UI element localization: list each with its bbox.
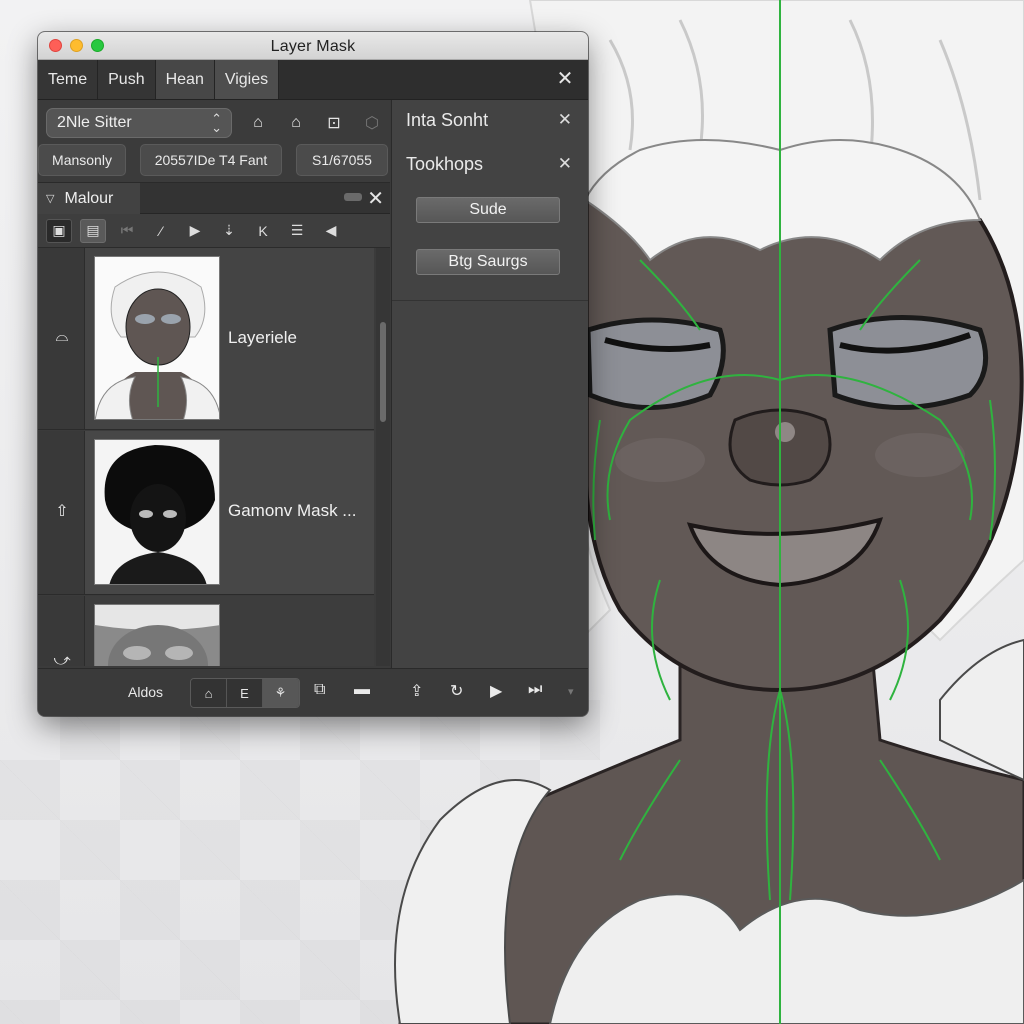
thumbnail-portrait-mask — [95, 440, 219, 584]
layers-tool-row: ▣ ▤ ⏮ ⁄ ▶ ⇣ K ☰ ◀ — [38, 214, 390, 248]
layer-row[interactable]: ⤻ — [38, 596, 374, 666]
chain-icon[interactable]: ⤻ — [52, 652, 72, 666]
pen-icon[interactable]: ⁄ — [148, 219, 174, 243]
mode-e-button[interactable]: E — [227, 679, 263, 707]
rewind-icon[interactable]: ◀ — [318, 219, 344, 243]
copy-icon[interactable]: ⧉ — [314, 681, 325, 699]
close-panel-icon[interactable]: ✕ — [554, 68, 576, 90]
layer-mask-window: Layer Mask Teme Push Hean Vigies ✕ 2Nle … — [38, 32, 588, 716]
shield-icon[interactable]: ⬡ — [360, 111, 384, 135]
layer-row[interactable]: ⌓ Layeriele — [38, 248, 374, 430]
home-icon[interactable]: ⌂ — [246, 111, 270, 135]
tab-push[interactable]: Push — [98, 60, 156, 99]
layers-scrollbar[interactable] — [376, 248, 390, 666]
layer-thumbnail — [94, 604, 220, 666]
panel-tab-bar: Teme Push Hean Vigies ✕ — [38, 60, 588, 100]
layers-panel-tab[interactable]: ▽ Malour — [38, 183, 140, 214]
layer-mask-thumbnail — [94, 439, 220, 585]
upload-icon[interactable]: ⇧ — [52, 501, 72, 521]
layer-gutter: ⤻ — [38, 596, 85, 666]
layer-name[interactable]: Gamonv Mask ... — [228, 501, 356, 521]
settings-button[interactable]: Btg Saurgs — [416, 249, 560, 275]
k-tool-icon[interactable]: K — [250, 219, 276, 243]
collapse-triangle-icon[interactable]: ▽ — [46, 192, 54, 205]
thumbnail-portrait-color — [95, 257, 219, 419]
window-title: Layer Mask — [270, 38, 356, 55]
layer-gutter: ⌓ — [38, 248, 85, 429]
pill-font-info[interactable]: 20557IDe T4 Fant — [140, 144, 282, 176]
rotate-icon[interactable]: ↻ — [450, 681, 463, 701]
close-layers-icon[interactable]: ✕ — [367, 186, 384, 211]
layer-name[interactable]: Layeriele — [228, 328, 297, 348]
skip-back-icon[interactable]: ⏮ — [114, 219, 140, 243]
stack-icon[interactable]: ☰ — [284, 219, 310, 243]
info-pills-row: Mansonly 20557IDe T4 Fant S1/67055 — [38, 144, 390, 178]
sude-button[interactable]: Sude — [416, 197, 560, 223]
export-icon[interactable]: ⇪ — [410, 681, 423, 701]
panel-body: 2Nle Sitter ⌃ ⌄ ⌂ ⌂ ⊡ ⬡ Mansonly 20557IDe… — [38, 100, 588, 716]
layers-panel-title: Malour — [64, 189, 114, 207]
play-icon[interactable]: ▶ — [182, 219, 208, 243]
layer-row[interactable]: ⇧ Gamonv Mask ... — [38, 431, 374, 595]
link-icon[interactable]: ⌓ — [52, 328, 72, 348]
scrollbar-thumb[interactable] — [380, 322, 386, 422]
select-caret-icon: ⌃ ⌄ — [211, 111, 222, 135]
layer-thumbnail — [94, 256, 220, 420]
tab-vigies[interactable]: Vigies — [214, 60, 280, 99]
options-row: 2Nle Sitter ⌃ ⌄ ⌂ ⌂ ⊡ ⬡ — [46, 108, 390, 138]
download-icon[interactable]: ⇣ — [216, 219, 242, 243]
layers-panel-header: ▽ Malour ✕ — [38, 182, 390, 214]
tools-row[interactable]: Tookhops ✕ — [392, 144, 588, 184]
step-icon[interactable]: ⏭ — [528, 681, 542, 699]
mode-flower-button[interactable]: ⚘ — [263, 679, 299, 707]
mode-home-button[interactable]: ⌂ — [191, 679, 227, 707]
panel-menu-icon[interactable] — [344, 193, 362, 201]
preset-select-value: 2Nle Sitter — [57, 114, 132, 131]
piano-icon[interactable]: ⌂ — [284, 111, 308, 135]
divider — [392, 300, 588, 301]
pill-size[interactable]: S1/67055 — [296, 144, 388, 176]
layer-list-icon[interactable]: ▤ — [80, 218, 106, 243]
layer-frame-icon[interactable]: ▣ — [46, 218, 72, 243]
left-column: 2Nle Sitter ⌃ ⌄ ⌂ ⌂ ⊡ ⬡ Mansonly 20557IDe… — [38, 100, 390, 716]
layer-gutter: ⇧ — [38, 431, 85, 594]
bottom-toolbar: Aldos ⌂ E ⚘ ⧉ ▬ ⇪ ↻ ▶ ⏭ ▾ — [38, 668, 588, 716]
panel-icon[interactable]: ▬ — [354, 681, 370, 699]
tab-hean[interactable]: Hean — [155, 60, 215, 99]
properties-row[interactable]: Inta Sonht ✕ — [392, 100, 588, 140]
properties-row-label: Inta Sonht — [406, 110, 489, 130]
tab-teme[interactable]: Teme — [38, 60, 99, 99]
square-dot-icon[interactable]: ⊡ — [322, 111, 346, 135]
thumbnail-portrait-gray — [95, 605, 219, 666]
more-icon[interactable]: ▾ — [568, 685, 574, 698]
layers-list[interactable]: ⌓ Layeriele ⇧ Gamonv Mask ... ⤻ — [38, 248, 390, 666]
play-icon[interactable]: ▶ — [490, 681, 502, 701]
pill-mansonly[interactable]: Mansonly — [38, 144, 126, 176]
close-row-icon[interactable]: ✕ — [558, 154, 572, 174]
preset-select[interactable]: 2Nle Sitter ⌃ ⌄ — [46, 108, 232, 138]
tools-row-label: Tookhops — [406, 154, 484, 174]
right-column: Inta Sonht ✕ Tookhops ✕ Sude Btg Saurgs — [391, 100, 588, 716]
mode-button-group: ⌂ E ⚘ — [190, 678, 300, 708]
bottom-toolbar-label: Aldos — [128, 684, 164, 700]
window-titlebar[interactable]: Layer Mask — [38, 32, 588, 60]
close-row-icon[interactable]: ✕ — [558, 110, 572, 130]
